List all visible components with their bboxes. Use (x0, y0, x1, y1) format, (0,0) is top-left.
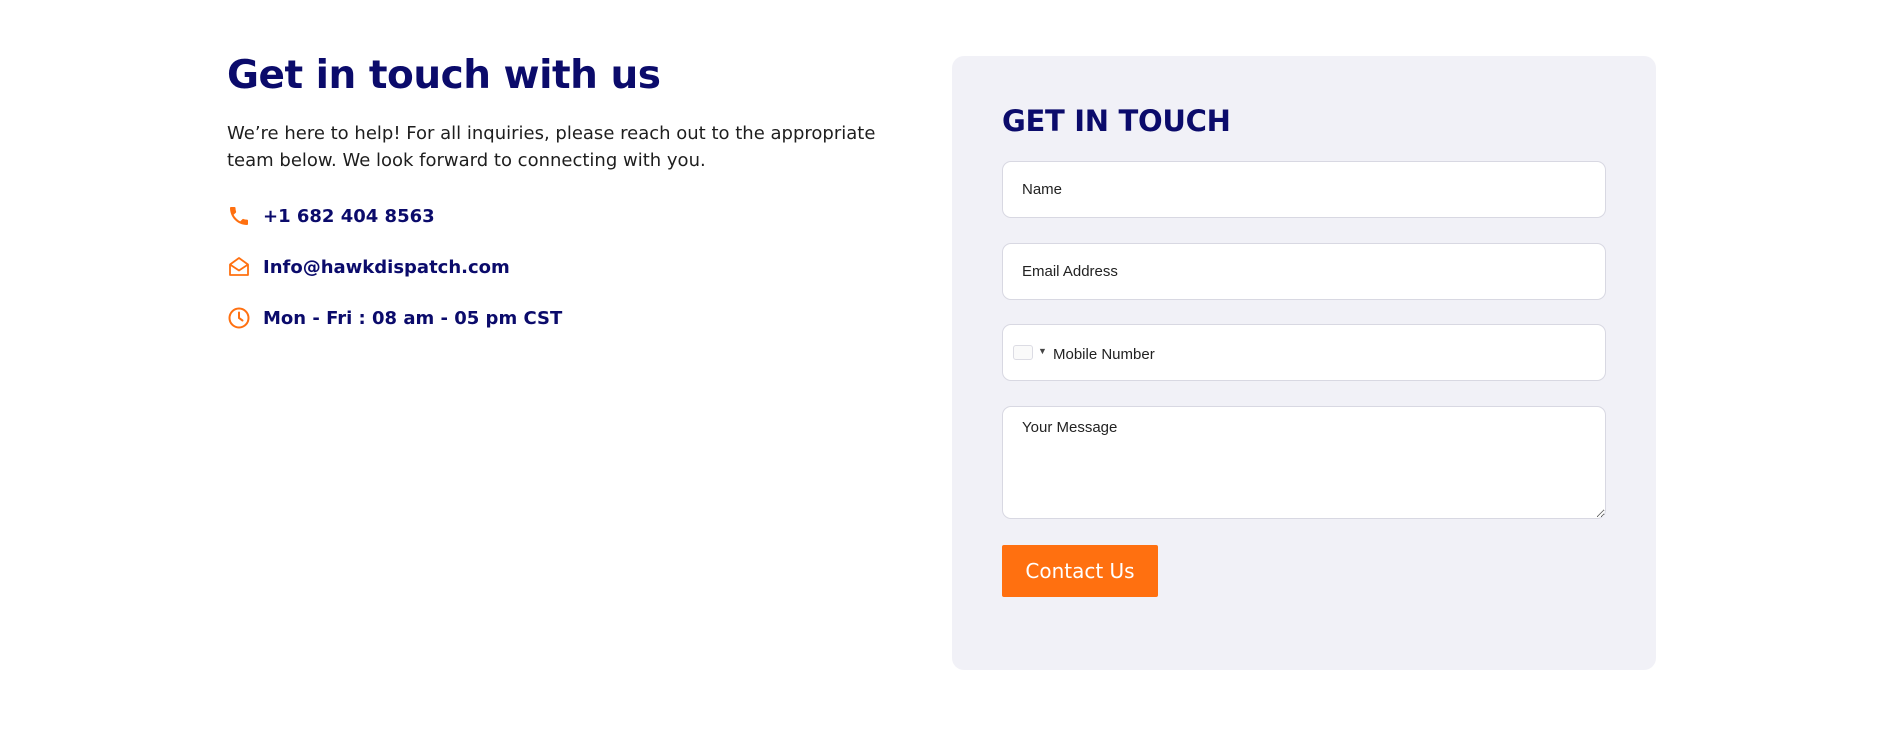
contact-list: +1 682 404 8563 Info@hawkdispatch.com Mo… (227, 202, 887, 332)
email-link[interactable]: Info@hawkdispatch.com (263, 257, 510, 278)
page-title: Get in touch with us (227, 53, 661, 98)
envelope-icon (227, 255, 251, 279)
contact-email-row: Info@hawkdispatch.com (227, 253, 887, 281)
mobile-number-field: ▼ (1002, 324, 1606, 381)
country-code-select[interactable]: ▼ (1013, 338, 1053, 368)
mobile-number-input[interactable] (1053, 334, 1605, 375)
name-input[interactable] (1002, 161, 1606, 218)
contact-us-button[interactable]: Contact Us (1002, 545, 1158, 597)
business-hours-text: Mon - Fri : 08 am - 05 pm CST (263, 307, 563, 329)
email-input[interactable] (1002, 243, 1606, 300)
message-textarea[interactable] (1002, 406, 1606, 519)
intro-text: We’re here to help! For all inquiries, p… (227, 123, 876, 171)
contact-hours-row: Mon - Fri : 08 am - 05 pm CST (227, 304, 887, 332)
phone-link[interactable]: +1 682 404 8563 (263, 206, 435, 227)
contact-section: Get in touch with us We’re here to help!… (0, 0, 1890, 753)
phone-icon (227, 204, 251, 228)
form-title: GET IN TOUCH (1002, 104, 1231, 138)
flag-icon (1013, 345, 1033, 360)
contact-form-card: GET IN TOUCH ▼ Contact Us (952, 56, 1656, 670)
caret-down-icon: ▼ (1038, 345, 1047, 356)
clock-icon (227, 306, 251, 330)
contact-phone-row: +1 682 404 8563 (227, 202, 887, 230)
contact-info-column: Get in touch with us We’re here to help!… (227, 50, 887, 355)
